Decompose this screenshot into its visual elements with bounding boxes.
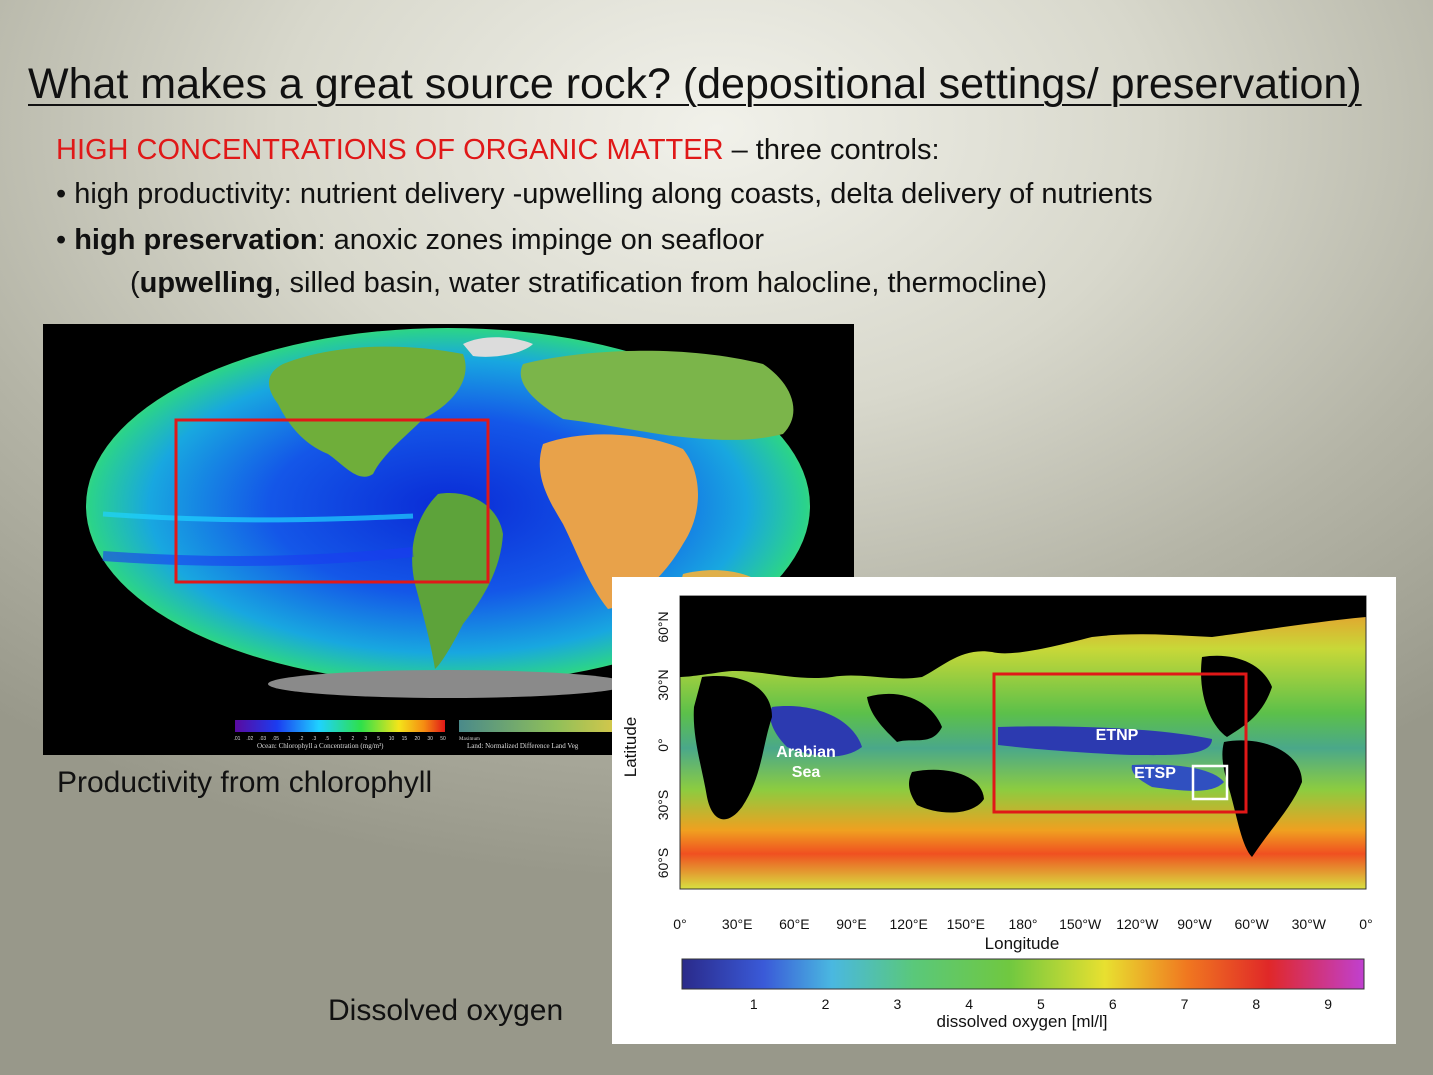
heading-red-text: HIGH CONCENTRATIONS OF ORGANIC MATTER xyxy=(56,134,724,166)
ocean-legend-label: Ocean: Chlorophyll a Concentration (mg/m… xyxy=(257,742,384,750)
bullet-productivity: • high productivity: nutrient delivery -… xyxy=(56,178,1153,210)
bullet-preservation: • high preservation: anoxic zones imping… xyxy=(56,226,764,255)
lat-tick-label: 30°N xyxy=(655,669,671,700)
colorbar-tick-label: 3 xyxy=(893,996,901,1012)
chlorophyll-tick-label: .01 xyxy=(234,736,241,742)
lon-tick-label: 30°E xyxy=(722,916,753,932)
land-legend-max: Maximum xyxy=(459,737,480,742)
chlorophyll-tick-label: 3 xyxy=(364,736,367,742)
lon-tick-label: 150°E xyxy=(947,916,985,932)
chlorophyll-tick-label: .02 xyxy=(246,736,253,742)
preservation-rest: : anoxic zones impinge on seafloor xyxy=(317,224,765,256)
lat-tick-label: 30°S xyxy=(655,790,671,821)
lat-tick-label: 60°S xyxy=(655,848,671,879)
chlorophyll-tick-label: 20 xyxy=(414,736,420,742)
land-legend-label: Land: Normalized Difference Land Veg xyxy=(467,742,579,750)
chlorophyll-tick-labels: .01 .02 .03 .05 .1 .2 .3 .5 1 2 3 5 10 15 20 30 50 xyxy=(234,736,446,742)
etsp-label: ETSP xyxy=(1134,765,1176,782)
upwelling-bold: upwelling xyxy=(139,267,274,299)
land-colorbar xyxy=(459,720,619,732)
lon-tick-label: 120°W xyxy=(1116,916,1159,932)
lon-tick-label: 90°E xyxy=(836,916,867,932)
lat-tick-label: 60°N xyxy=(655,611,671,642)
concentration-heading: HIGH CONCENTRATIONS OF ORGANIC MATTER – … xyxy=(56,136,940,165)
sub-bullet-upwelling: (upwelling, silled basin, water stratifi… xyxy=(130,269,1047,298)
chlorophyll-caption: Productivity from chlorophyll xyxy=(57,766,433,799)
colorbar-label: dissolved oxygen [ml/l] xyxy=(936,1012,1107,1031)
oxygen-colorbar xyxy=(681,958,1365,990)
chlorophyll-tick-label: 5 xyxy=(377,736,380,742)
upwelling-rest: , silled basin, water stratification fro… xyxy=(273,267,1048,299)
colorbar-tick-label: 2 xyxy=(822,996,830,1012)
lat-tick-label: 0° xyxy=(655,738,671,751)
chlorophyll-tick-label: .05 xyxy=(272,736,279,742)
oxygen-caption: Dissolved oxygen xyxy=(328,994,564,1027)
latitude-axis-label: Latitude xyxy=(621,717,640,778)
lon-tick-label: 180° xyxy=(1009,916,1038,932)
chlorophyll-tick-label: 15 xyxy=(402,736,408,742)
colorbar-tick-label: 9 xyxy=(1324,996,1332,1012)
lon-tick-label: 0° xyxy=(1359,916,1372,932)
lon-tick-label: 90°W xyxy=(1177,916,1212,932)
heading-rest-text: – three controls: xyxy=(723,134,940,166)
chlorophyll-tick-label: .5 xyxy=(325,736,329,742)
chlorophyll-tick-label: 2 xyxy=(351,736,354,742)
colorbar-tick-label: 4 xyxy=(965,996,973,1012)
lon-tick-label: 60°E xyxy=(779,916,810,932)
longitude-axis-label: Longitude xyxy=(985,934,1060,953)
lon-tick-label: 60°W xyxy=(1234,916,1269,932)
chlorophyll-tick-label: 50 xyxy=(440,736,446,742)
chlorophyll-tick-label: .03 xyxy=(259,736,266,742)
chlorophyll-tick-label: 1 xyxy=(339,736,342,742)
colorbar-tick-label: 7 xyxy=(1181,996,1189,1012)
colorbar-tick-labels: 1 2 3 4 5 6 7 8 9 xyxy=(750,996,1332,1012)
longitude-tick-labels: 0° 30°E 60°E 90°E 120°E 150°E 180° 150°W 120°W 90… xyxy=(673,916,1372,932)
colorbar-tick-label: 1 xyxy=(750,996,758,1012)
lon-tick-label: 30°W xyxy=(1292,916,1327,932)
chlorophyll-tick-label: 10 xyxy=(389,736,395,742)
chlorophyll-tick-label: 30 xyxy=(427,736,433,742)
chlorophyll-colorbar xyxy=(235,720,445,732)
lon-tick-label: 150°W xyxy=(1059,916,1102,932)
oxygen-map-graphic: Arabian Sea ETNP ETSP Latitude Longitude… xyxy=(621,595,1373,1031)
chlorophyll-tick-label: .3 xyxy=(312,736,316,742)
arabian-label-2: Sea xyxy=(792,764,821,781)
colorbar-tick-label: 6 xyxy=(1109,996,1117,1012)
latitude-tick-labels: 60°N 30°N 0° 30°S 60°S xyxy=(655,611,671,878)
oxygen-map-figure: Arabian Sea ETNP ETSP Latitude Longitude… xyxy=(612,577,1396,1044)
lon-tick-label: 120°E xyxy=(890,916,928,932)
etnp-label: ETNP xyxy=(1096,727,1139,744)
arabian-label-1: Arabian xyxy=(776,744,836,761)
colorbar-tick-label: 5 xyxy=(1037,996,1045,1012)
paren-open: ( xyxy=(130,267,140,299)
chlorophyll-tick-label: .1 xyxy=(286,736,290,742)
lon-tick-label: 0° xyxy=(673,916,686,932)
colorbar-tick-label: 8 xyxy=(1252,996,1260,1012)
slide-title: What makes a great source rock? (deposit… xyxy=(28,60,1362,108)
preservation-bold: high preservation xyxy=(74,224,318,256)
bullet-marker: • xyxy=(56,224,75,256)
chlorophyll-tick-label: .2 xyxy=(299,736,303,742)
